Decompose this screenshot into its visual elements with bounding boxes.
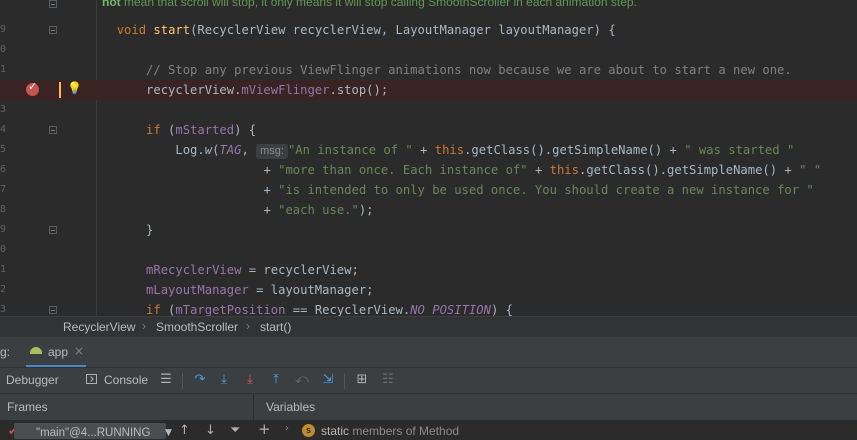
chevron-down-icon: ▼ [165, 428, 172, 438]
line-number: 3 [0, 304, 7, 315]
variables-title: Variables [266, 400, 316, 414]
chevron-right-icon: › [246, 319, 250, 333]
thread-dropdown[interactable]: "main"@4...RUNNING ▼ [14, 423, 172, 439]
thread-dropdown-value: "main"@4...RUNNING [36, 427, 151, 439]
code-line: + "is intended to only be used once. You… [263, 183, 814, 197]
code-line: mLayoutManager = layoutManager; [146, 283, 374, 297]
breakpoint-icon[interactable] [26, 80, 39, 96]
tab-app-label: app [48, 345, 69, 359]
line-number: 3 [0, 104, 7, 115]
add-icon[interactable]: + [258, 420, 271, 438]
fold-marker[interactable] [49, 226, 57, 234]
line-number-gutter: 9 0 1 2 3 4 5 6 7 8 9 0 1 2 3 [0, 0, 10, 316]
static-icon: s [302, 424, 315, 437]
line-number: 0 [0, 244, 7, 255]
line-number: 7 [0, 184, 7, 195]
doc-comment: not mean that scroll will stop, it only … [102, 0, 637, 9]
fold-marker[interactable] [49, 306, 57, 314]
layout-menu-icon[interactable]: ☰ [158, 372, 174, 388]
code-line: recyclerView.mViewFlinger.stop(); [146, 83, 389, 97]
line-number: 0 [0, 44, 7, 55]
fold-marker[interactable] [49, 26, 57, 34]
console-icon [86, 374, 97, 384]
code-editor[interactable]: not mean that scroll will stop, it only … [0, 0, 857, 316]
chevron-right-icon: › [142, 319, 146, 333]
line-number: 2 [0, 284, 7, 295]
step-out-icon[interactable]: ⤒ [268, 372, 284, 388]
run-to-cursor-icon[interactable]: ⇲ [320, 372, 336, 388]
tab-app[interactable]: app × [26, 337, 84, 367]
evaluate-icon[interactable]: ⊞ [354, 372, 370, 388]
close-icon[interactable]: × [74, 344, 84, 358]
code-line: if (mStarted) { [146, 123, 257, 137]
breadcrumb-item[interactable]: RecyclerView [63, 320, 135, 334]
code-line: } [146, 223, 154, 237]
code-line: if (mTargetPosition == RecyclerView.NO_P… [146, 303, 513, 316]
line-number: 9 [0, 24, 7, 35]
line-number: 9 [0, 224, 7, 235]
step-into-icon[interactable]: ⤓ [216, 372, 232, 388]
parameter-hint: msg: [256, 144, 288, 159]
text-caret [59, 82, 61, 98]
code-line: void start(RecyclerView recyclerView, La… [116, 23, 616, 37]
android-icon [30, 347, 42, 354]
code-line: + "each use."); [263, 203, 374, 217]
fold-marker[interactable] [49, 0, 57, 8]
code-line: // Stop any previous ViewFlinger animati… [146, 63, 792, 77]
variable-row[interactable]: + › s static members of Method [254, 420, 857, 440]
debug-tool-window-header: g: app × [0, 337, 857, 367]
line-number: 1 [0, 264, 7, 275]
tab-console-label: Console [104, 373, 149, 387]
line-number: 8 [0, 204, 7, 215]
force-step-into-icon[interactable]: ⤓ [242, 372, 258, 388]
breadcrumb: RecyclerView › SmoothScroller › start() [0, 316, 857, 337]
code-line: + "more than once. Each instance of" + t… [263, 163, 822, 177]
debug-toolbar: Debugger Console ☰ ↷ ⤓ ⤓ ⤒ ⤺ ⇲ ⊞ ☷ [0, 367, 857, 394]
toolbar-divider [344, 373, 345, 389]
gutter-separator [96, 0, 97, 316]
frames-title: Frames [7, 400, 48, 414]
variable-label: static members of Method [321, 424, 460, 438]
tool-window-label: g: [0, 345, 11, 359]
bulb-icon[interactable]: 💡 [67, 81, 82, 95]
breadcrumb-item[interactable]: SmoothScroller [156, 320, 238, 334]
breadcrumb-item[interactable]: start() [260, 320, 291, 334]
line-number: 6 [0, 164, 7, 175]
expand-icon[interactable]: › [285, 423, 289, 434]
line-number: 4 [0, 124, 7, 135]
code-line: Log.w(TAG, msg: "An instance of " + this.… [175, 143, 795, 159]
trace-icon[interactable]: ☷ [380, 372, 396, 388]
down-arrow-icon[interactable]: ↓ [205, 423, 216, 438]
up-arrow-icon[interactable]: ↑ [179, 423, 190, 438]
step-over-icon[interactable]: ↷ [192, 372, 208, 388]
fold-marker[interactable] [49, 126, 57, 134]
debug-panes: Frames Variables ✔ "main"@4...RUNNING ▼ … [0, 393, 857, 440]
line-number: 1 [0, 64, 7, 75]
thread-selector-row: ✔ "main"@4...RUNNING ▼ ↑ ↓ ⏷ [0, 420, 253, 440]
toolbar-divider [182, 373, 183, 389]
filter-icon[interactable]: ⏷ [230, 423, 240, 438]
tab-debugger[interactable]: Debugger [6, 373, 59, 387]
line-number: 5 [0, 144, 7, 155]
drop-frame-icon[interactable]: ⤺ [294, 372, 310, 388]
code-line: mRecyclerView = recyclerView; [146, 263, 359, 277]
